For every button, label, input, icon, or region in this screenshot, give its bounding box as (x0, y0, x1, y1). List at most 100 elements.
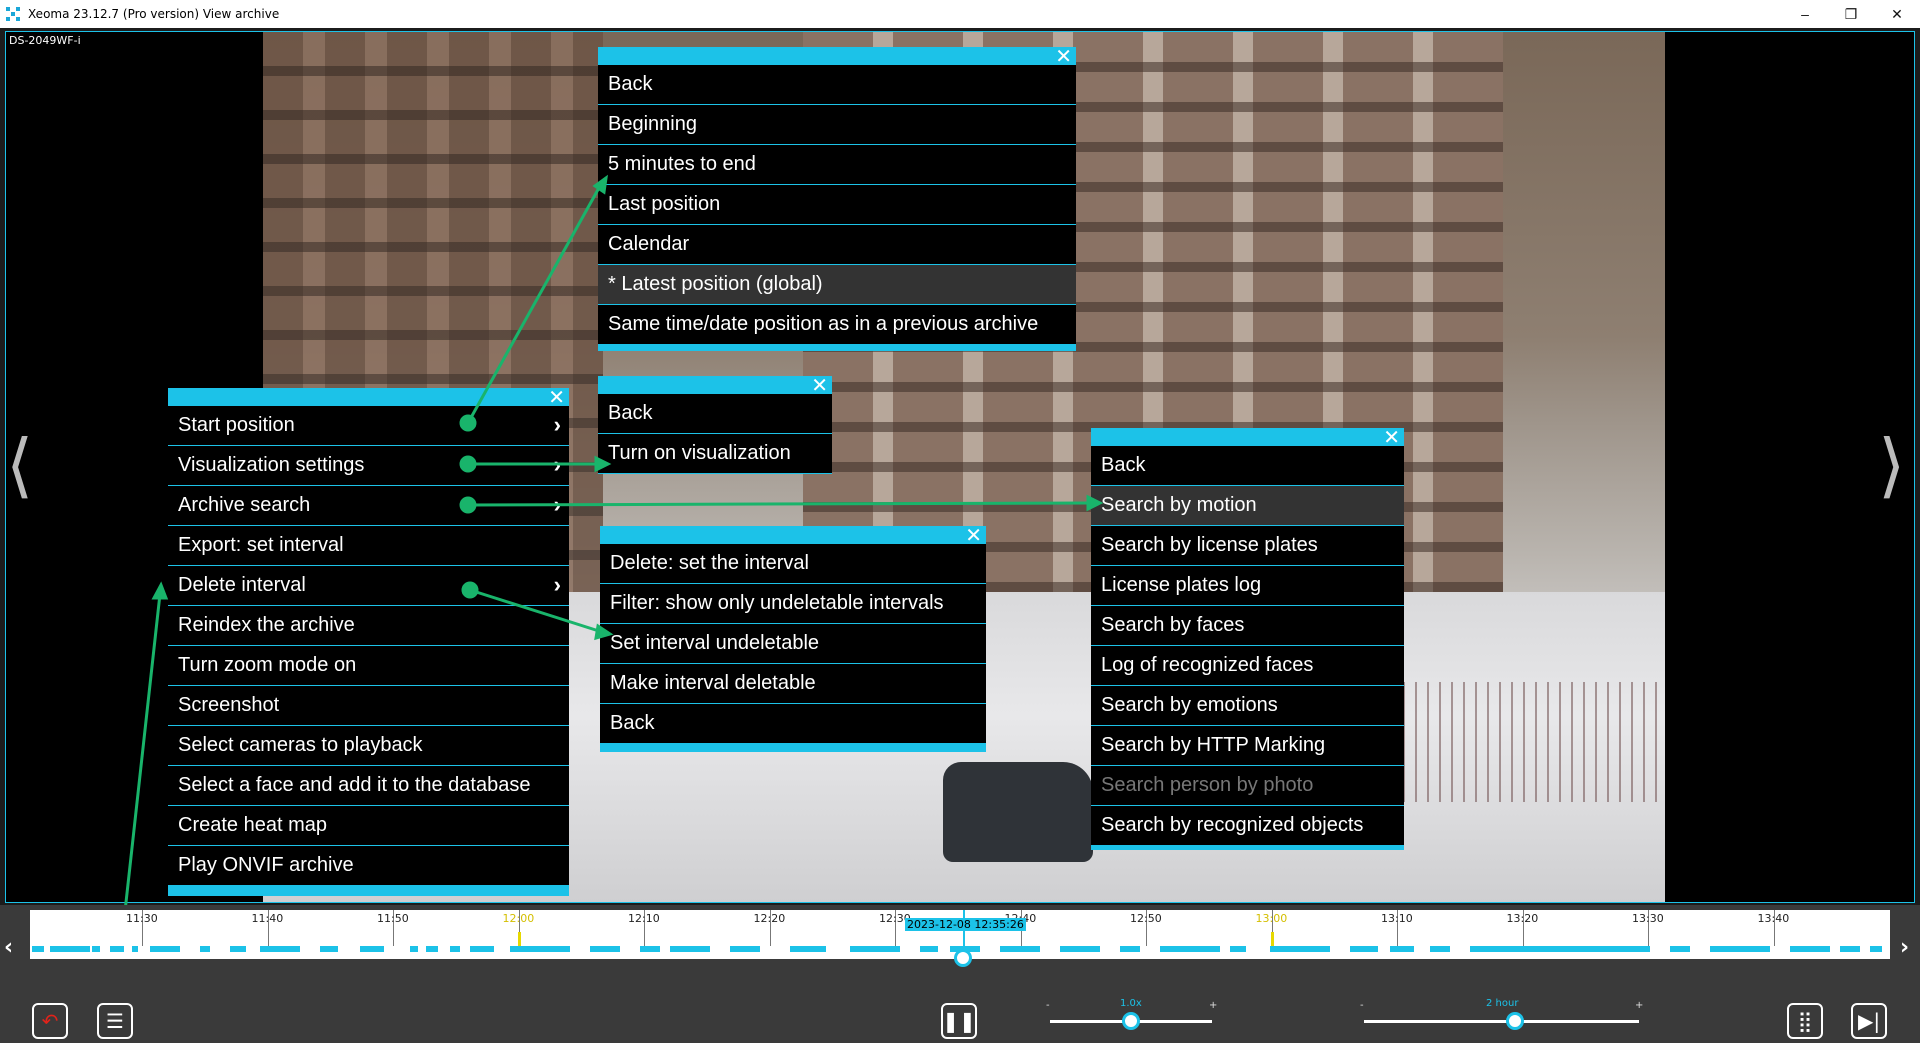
menu-item-turn-zoom-mode-on[interactable]: Turn zoom mode on (168, 646, 569, 686)
start-item-last-position[interactable]: Last position (598, 185, 1076, 225)
menu-item-delete-interval[interactable]: Delete interval › (168, 566, 569, 606)
main-menu-close-icon[interactable]: ✕ (548, 387, 565, 407)
timeline-left-arrow[interactable]: ‹ (4, 935, 13, 960)
vis-item-turn-on-visualization[interactable]: Turn on visualization (598, 434, 832, 474)
window-title: Xeoma 23.12.7 (Pro version) View archive (28, 7, 280, 21)
delete-item-filter-show-only-undeletable-intervals-label: Filter: show only undeletable intervals (610, 592, 944, 614)
menu-item-select-cameras-to-playback[interactable]: Select cameras to playback (168, 726, 569, 766)
search-item-search-by-emotions[interactable]: Search by emotions (1091, 686, 1404, 726)
search-item-search-by-license-plates[interactable]: Search by license plates (1091, 526, 1404, 566)
delete-item-set-interval-undeletable[interactable]: Set interval undeletable (600, 624, 986, 664)
scale-slider[interactable] (1364, 1020, 1639, 1023)
start-item-calendar[interactable]: Calendar (598, 225, 1076, 265)
search-item-search-by-recognized-objects[interactable]: Search by recognized objects (1091, 806, 1404, 846)
recording-segment (1470, 946, 1650, 952)
vis-item-back[interactable]: Back (598, 394, 832, 434)
undo-arrow-icon[interactable]: ↶ (32, 1003, 68, 1039)
menu-item-start-position[interactable]: Start position › (168, 406, 569, 446)
timeline-tick-label: 13:40 (1757, 912, 1790, 925)
menu-item-export-set-interval[interactable]: Export: set interval (168, 526, 569, 566)
maximize-button[interactable]: ❐ (1828, 0, 1874, 28)
recording-segment (110, 946, 124, 952)
search-item-search-person-by-photo[interactable]: Search person by photo (1091, 766, 1404, 806)
speed-slider-knob[interactable] (1122, 1012, 1140, 1030)
menu-item-reindex-the-archive[interactable]: Reindex the archive (168, 606, 569, 646)
recording-segment (50, 946, 90, 952)
start-item-same-time-date-position-as-in-a-previous-archive[interactable]: Same time/date position as in a previous… (598, 305, 1076, 345)
next-camera-arrow-icon[interactable]: ⟩ (1878, 430, 1905, 500)
search-item-back[interactable]: Back (1091, 446, 1404, 486)
search-item-search-by-faces[interactable]: Search by faces (1091, 606, 1404, 646)
recording-segment (1160, 946, 1220, 952)
start-item-latest-position-global[interactable]: * Latest position (global) (598, 265, 1076, 305)
start-item-beginning[interactable]: Beginning (598, 105, 1076, 145)
menu-item-delete-interval-label: Delete interval (178, 574, 306, 596)
menu-item-create-heat-map[interactable]: Create heat map (168, 806, 569, 846)
menu-item-screenshot[interactable]: Screenshot (168, 686, 569, 726)
speed-minus[interactable]: - (1046, 1000, 1050, 1011)
search-item-back-label: Back (1101, 454, 1146, 476)
scale-minus[interactable]: - (1360, 1000, 1364, 1011)
search-item-search-by-motion-label: Search by motion (1101, 494, 1257, 516)
start-item-beginning-label: Beginning (608, 113, 697, 135)
delete-item-delete-set-the-interval[interactable]: Delete: set the interval (600, 544, 986, 584)
grid-icon[interactable]: ⣿ (1787, 1003, 1823, 1039)
list-icon[interactable]: ☰ (97, 1003, 133, 1039)
delete-item-filter-show-only-undeletable-intervals[interactable]: Filter: show only undeletable intervals (600, 584, 986, 624)
current-datetime-label: 2023-12-08 12:35:26 (905, 918, 1026, 931)
menu-item-play-onvif-archive[interactable]: Play ONVIF archive (168, 846, 569, 886)
delete-menu-close-icon[interactable]: ✕ (965, 525, 982, 545)
recording-segment (1870, 946, 1882, 952)
start-item-5-minutes-to-end[interactable]: 5 minutes to end (598, 145, 1076, 185)
menu-item-screenshot-label: Screenshot (178, 694, 280, 716)
recording-segment (200, 946, 210, 952)
search-item-license-plates-log[interactable]: License plates log (1091, 566, 1404, 606)
minimize-button[interactable]: – (1782, 0, 1828, 28)
search-item-search-by-motion[interactable]: Search by motion (1091, 486, 1404, 526)
menu-item-select-a-face-and-add-it-to-the-database[interactable]: Select a face and add it to the database (168, 766, 569, 806)
recording-segment (1670, 946, 1690, 952)
timeline-position-knob[interactable] (954, 949, 972, 967)
recording-segment (730, 946, 760, 952)
search-item-search-by-http-marking[interactable]: Search by HTTP Marking (1091, 726, 1404, 766)
chevron-right-icon: › (553, 452, 561, 477)
scale-plus[interactable]: + (1635, 1000, 1643, 1011)
start-position-menu: ✕ Back Beginning 5 minutes to end Last posi… (598, 46, 1076, 351)
visualization-menu: ✕ Back Turn on visualization (598, 375, 832, 474)
recording-segment (260, 946, 300, 952)
start-item-5-minutes-to-end-label: 5 minutes to end (608, 153, 756, 175)
menu-item-visualization-settings[interactable]: Visualization settings › (168, 446, 569, 486)
delete-item-make-interval-deletable[interactable]: Make interval deletable (600, 664, 986, 704)
search-item-search-by-faces-label: Search by faces (1101, 614, 1245, 636)
speed-plus[interactable]: + (1209, 1000, 1217, 1011)
menu-item-archive-search[interactable]: Archive search › (168, 486, 569, 526)
delete-interval-menu: ✕ Delete: set the interval Filter: show o… (600, 525, 986, 752)
prev-camera-arrow-icon[interactable]: ⟨ (6, 430, 33, 500)
recording-segment (230, 946, 246, 952)
menu-item-reindex-the-archive-label: Reindex the archive (178, 614, 355, 636)
recording-segment (1430, 946, 1450, 952)
start-item-back[interactable]: Back (598, 65, 1076, 105)
recording-segment (790, 946, 826, 952)
start-menu-close-icon[interactable]: ✕ (1055, 46, 1072, 66)
timeline-tick-label: 12:50 (1130, 912, 1162, 925)
close-window-button[interactable]: ✕ (1874, 0, 1920, 28)
search-item-log-of-recognized-faces[interactable]: Log of recognized faces (1091, 646, 1404, 686)
start-item-latest-position-global-label: * Latest position (global) (608, 273, 823, 295)
delete-item-delete-set-the-interval-label: Delete: set the interval (610, 552, 809, 574)
menu-item-create-heat-map-label: Create heat map (178, 814, 327, 836)
timeline-right-arrow[interactable]: › (1900, 935, 1909, 960)
timeline-tick-label: 13:10 (1381, 912, 1413, 925)
scale-slider-knob[interactable] (1506, 1012, 1525, 1030)
pause-icon[interactable]: ❚❚ (941, 1003, 977, 1039)
skip-to-end-icon[interactable]: ▶| (1851, 1003, 1887, 1039)
timeline-tick-label: 13:20 (1506, 912, 1539, 925)
search-menu-close-icon[interactable]: ✕ (1383, 427, 1400, 447)
xeoma-logo-icon (6, 7, 20, 21)
recording-segment (1840, 946, 1860, 952)
recording-segment (1350, 946, 1378, 952)
delete-item-back[interactable]: Back (600, 704, 986, 744)
chevron-right-icon: › (553, 412, 561, 437)
search-item-license-plates-log-label: License plates log (1101, 574, 1262, 596)
vis-menu-close-icon[interactable]: ✕ (811, 375, 828, 395)
